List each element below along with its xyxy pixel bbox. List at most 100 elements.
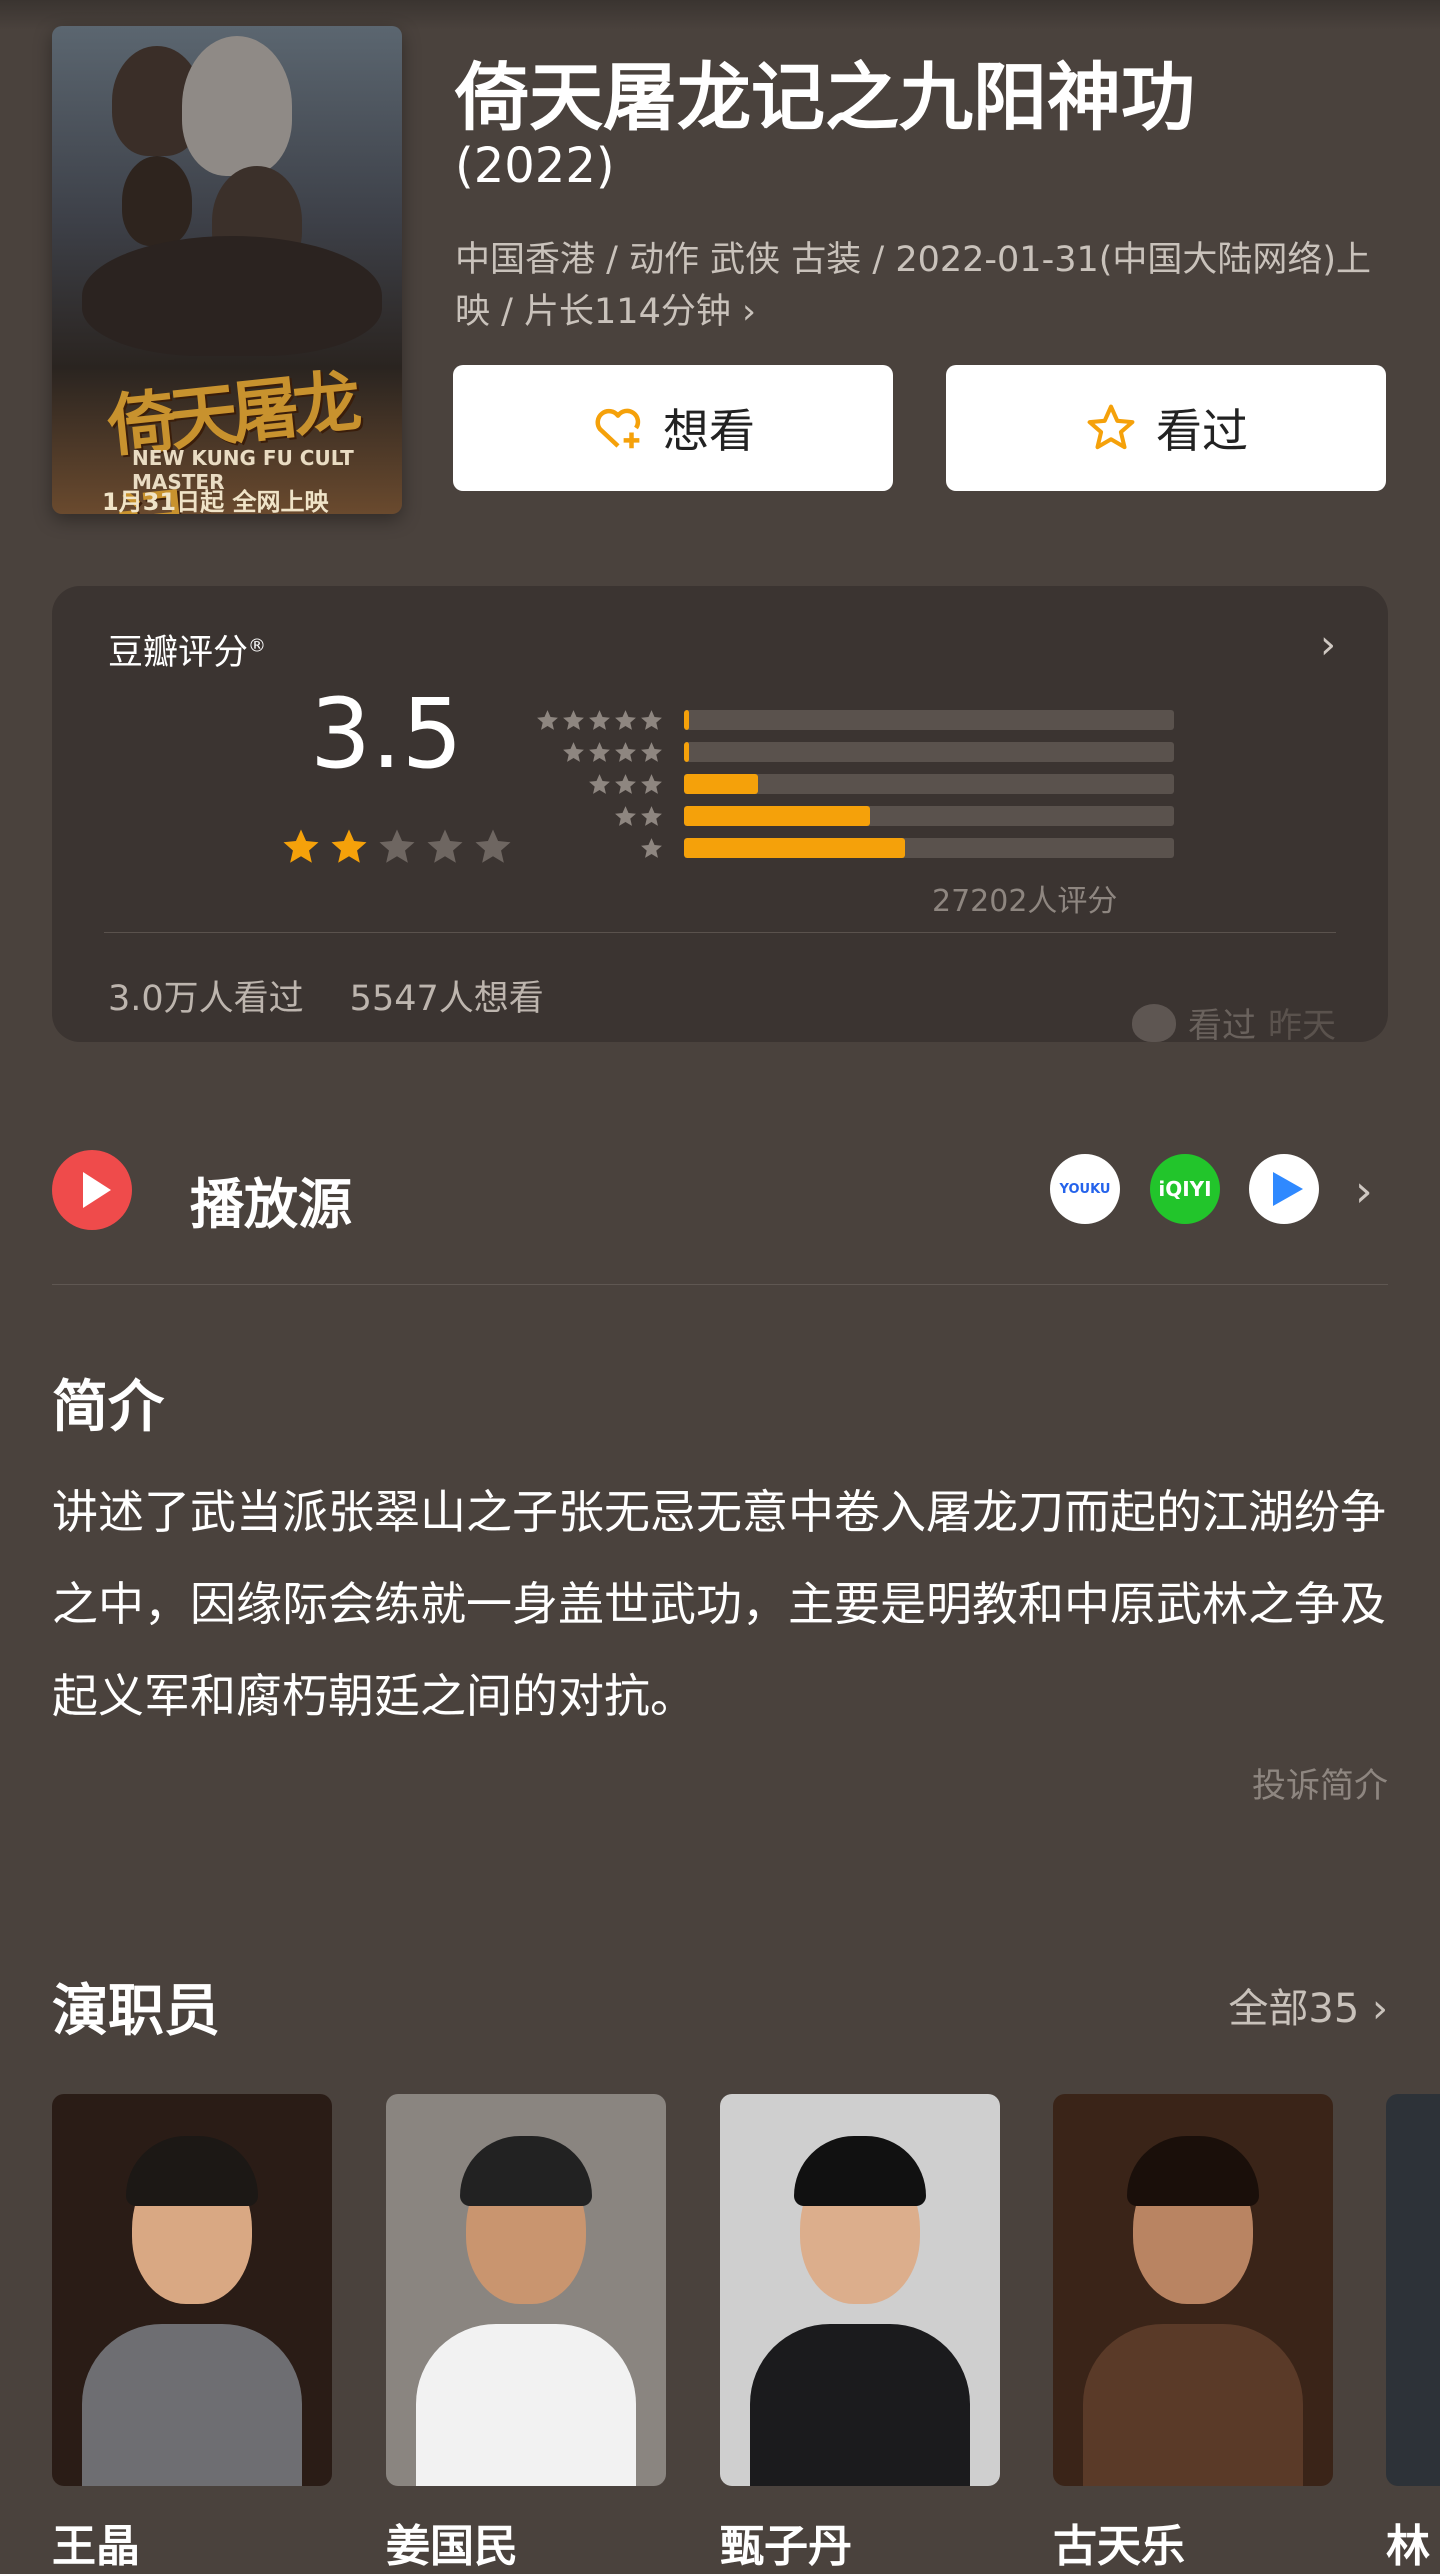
chevron-right-icon: › [742,292,756,332]
distribution-row [532,704,1174,736]
distribution-stars [532,772,664,797]
distribution-bar [684,710,689,730]
mini-star-icon [641,805,662,826]
distribution-bar-track [684,838,1174,858]
rating-stars [280,826,514,868]
cast-heading: 演职员 [52,1979,220,2044]
rating-card[interactable]: 豆瓣评分® › 3.5 27202人评分 3.0万人看过 5547人想看 看过 … [52,586,1388,1046]
mini-star-icon [615,709,636,730]
distribution-stars [532,836,664,861]
mini-star-icon [641,773,662,794]
cast-photo-body [416,2324,636,2486]
mini-star-icon [615,741,636,762]
movie-poster[interactable]: 倚天屠龙记 NEW KUNG FU CULT MASTER 1月31日起 全网上… [52,26,402,514]
report-intro-link[interactable]: 投诉简介 [1252,1758,1388,1807]
cast-photo-body [1083,2324,1303,2486]
distribution-bar [684,774,758,794]
cast-photo[interactable] [386,2094,666,2486]
tencent-video-icon[interactable] [1249,1154,1319,1224]
cast-photo-hair [1127,2136,1259,2206]
chevron-right-icon: › [1372,1986,1388,2032]
distribution-stars [532,708,664,733]
cast-name[interactable]: 姜国民 [386,2510,518,2574]
rating-score: 3.5 [310,678,463,790]
divider [52,1284,1388,1285]
heart-plus-icon [595,408,641,449]
cast-photo[interactable] [720,2094,1000,2486]
movie-meta[interactable]: 中国香港 / 动作 武侠 古装 / 2022-01-31(中国大陆网络)上映 /… [455,234,1395,338]
play-source-title[interactable]: 播放源 [190,1160,352,1239]
want-to-watch-button[interactable]: 想看 [453,365,893,491]
cast-name[interactable]: 甄子丹 [720,2510,852,2574]
youku-icon[interactable]: YOUKU [1050,1154,1120,1224]
cast-photo[interactable] [1053,2094,1333,2486]
poster-release-date: 1月31日起 全网上映 [102,488,329,514]
movie-meta-text: 中国香港 / 动作 武侠 古装 / 2022-01-31(中国大陆网络)上映 /… [455,240,1372,332]
rating-label: 豆瓣评分® [108,624,266,675]
star-empty-icon [379,829,415,863]
divider [104,932,1336,933]
rating-count: 27202人评分 [932,884,1118,919]
intro-text: 讲述了武当派张翠山之子张无忌无意中卷入屠龙刀而起的江湖纷争之中，因缘际会练就一身… [52,1485,1386,1723]
distribution-bar [684,838,905,858]
mini-star-icon [641,709,662,730]
cast-photo[interactable] [52,2094,332,2486]
mini-star-icon [563,741,584,762]
iqiyi-icon[interactable]: iQIYI [1150,1154,1220,1224]
movie-year: (2022) [455,138,615,194]
seen-tag-time: 昨天 [1268,1006,1336,1046]
cast-photo-hair [794,2136,926,2206]
watch-stats: 3.0万人看过 5547人想看 [108,970,544,1021]
poster-figure [122,156,192,246]
movie-title: 倚天屠龙记之九阳神功 [455,55,1195,141]
registered-mark: ® [248,635,267,657]
mini-star-icon [641,741,662,762]
distribution-bar-track [684,806,1174,826]
cast-name[interactable]: 林 [1386,2510,1430,2574]
mini-star-icon [563,709,584,730]
mini-star-icon [615,805,636,826]
star-filled-icon [283,829,319,863]
star-outline-icon [1087,404,1135,450]
cast-name[interactable]: 古天乐 [1053,2510,1185,2574]
mini-star-icon [589,773,610,794]
seen-button[interactable]: 看过 [946,365,1386,491]
rating-label-text: 豆瓣评分 [108,633,249,673]
poster-figure [182,36,292,176]
mini-star-icon [641,837,662,858]
distribution-bar [684,806,871,826]
mini-star-icon [615,773,636,794]
distribution-bar-track [684,710,1174,730]
chevron-right-icon[interactable]: › [1355,1166,1373,1217]
chevron-right-icon[interactable]: › [1320,622,1336,668]
star-filled-icon [331,829,367,863]
cast-photo-hair [126,2136,258,2206]
distribution-row [532,832,1174,864]
distribution-row [532,736,1174,768]
intro-heading: 简介 [52,1375,164,1440]
seen-tag-text: 看过 [1188,1006,1256,1046]
want-label: 想看 [663,404,755,458]
distribution-bar-track [684,742,1174,762]
mini-star-icon [589,741,610,762]
youku-label: YOUKU [1059,1181,1111,1197]
seen-count: 3.0万人看过 [108,979,304,1019]
cast-photo-body [750,2324,970,2486]
star-empty-icon [427,829,463,863]
friend-seen-tag: 看过 昨天 [1132,998,1336,1047]
cast-all-link[interactable]: 全部35 › [1228,1976,1388,2034]
distribution-row [532,768,1174,800]
rating-distribution [532,704,1174,864]
cast-name[interactable]: 王晶 [52,2510,140,2574]
distribution-stars [532,804,664,829]
avatar-icon [1132,1003,1176,1042]
cast-photo[interactable] [1386,2094,1440,2486]
mini-star-icon [589,709,610,730]
cast-photo-hair [460,2136,592,2206]
distribution-row [532,800,1174,832]
distribution-bar-track [684,774,1174,794]
cast-all-label: 全部35 [1228,1986,1360,2032]
distribution-bar [684,742,689,762]
seen-label: 看过 [1156,404,1248,458]
play-icon[interactable] [52,1150,132,1230]
